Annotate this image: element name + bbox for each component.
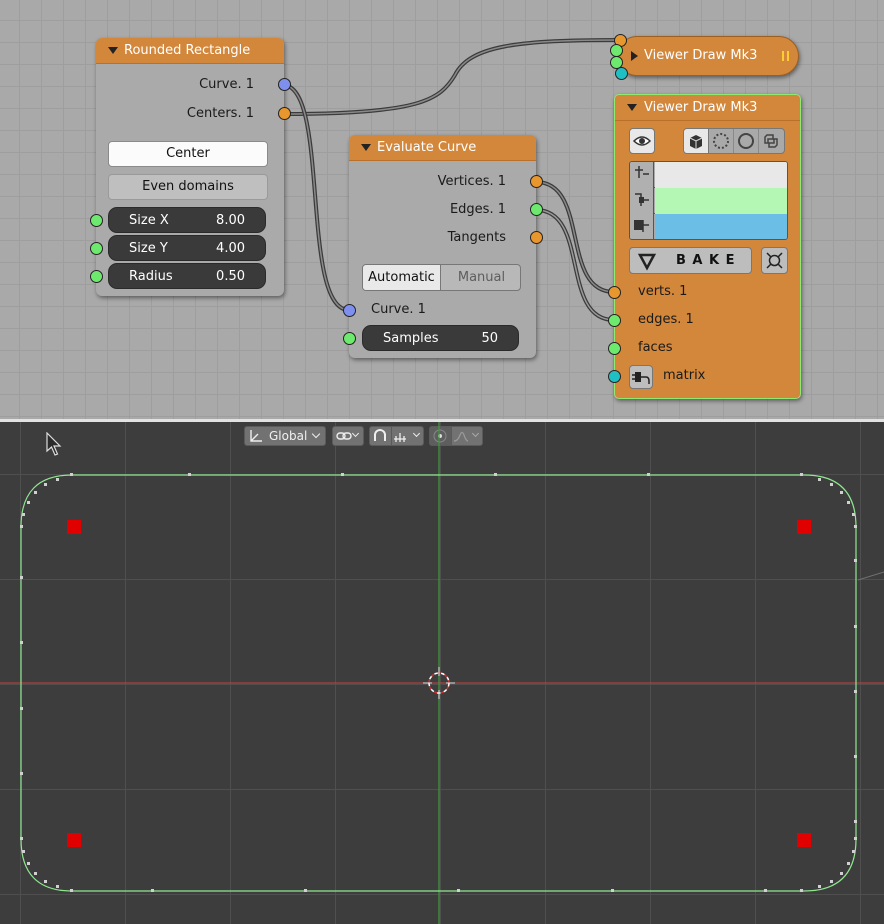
node-editor[interactable]: Rounded Rectangle Curve. 1 Centers. 1 Ce… [0,0,884,419]
cube-mode-button[interactable] [684,129,709,153]
output-socket-edges[interactable] [530,203,543,216]
python-icon [764,134,778,148]
output-socket-centers[interactable] [278,107,291,120]
slider-value: 8.00 [216,213,245,228]
app-window: Rounded Rectangle Curve. 1 Centers. 1 Ce… [0,0,884,924]
dotted-circle-icon [713,133,729,149]
rounded-rectangle-node[interactable]: Rounded Rectangle Curve. 1 Centers. 1 Ce… [90,38,291,296]
samples-slider[interactable]: Samples 50 [362,325,519,351]
input-socket-matrix[interactable] [608,370,621,383]
collapse-triangle-icon[interactable] [627,104,637,111]
node-title: Viewer Draw Mk3 [644,100,758,115]
even-domains-button[interactable]: Even domains [108,174,268,200]
slider-label: Radius [129,269,173,284]
size-y-slider[interactable]: Size Y 4.00 [108,235,266,261]
input-socket-samples[interactable] [343,332,356,345]
edge-color-icon [630,188,654,214]
center-marker-bottom-left [67,833,81,847]
input-socket-curve[interactable] [343,304,356,317]
node-title: Rounded Rectangle [124,43,251,58]
size-x-slider[interactable]: Size X 8.00 [108,207,266,233]
pause-icon[interactable] [782,51,789,61]
python-button[interactable] [759,129,784,153]
face-color-icon [630,214,654,239]
output-socket-vertices[interactable] [530,175,543,188]
background-edge-line [857,571,884,581]
output-label-edges: Edges. 1 [449,202,506,217]
input-socket-radius[interactable] [90,270,103,283]
color-rows [629,161,788,240]
input-label-matrix: matrix [663,368,706,383]
node-header[interactable]: Evaluate Curve [349,135,536,161]
input-socket-faces[interactable] [608,342,621,355]
matrix-plug-button[interactable] [629,365,653,389]
node-title: Viewer Draw Mk3 [644,48,758,63]
viewport-scene [0,422,884,924]
output-label-vertices: Vertices. 1 [437,174,506,189]
circle-icon [738,133,754,149]
center-marker-top-right [797,520,811,534]
3d-viewport[interactable]: Global [0,422,884,924]
edge-color-row[interactable] [630,188,787,214]
output-label-tangents: Tangents [447,230,506,245]
viewer-draw-node[interactable]: Viewer Draw Mk3 B A K E verts. 1 edges. … [608,94,801,399]
eye-icon [632,136,652,146]
slider-value: 0.50 [216,269,245,284]
slider-value: 4.00 [216,241,245,256]
center-button[interactable]: Center [108,141,268,167]
node-header[interactable]: Viewer Draw Mk3 [615,95,800,121]
output-label-centers: Centers. 1 [186,106,254,121]
plug-icon [632,372,650,384]
output-socket-curve[interactable] [278,78,291,91]
slider-value: 50 [481,331,498,346]
collapse-triangle-icon[interactable] [361,144,371,151]
input-label-edges: edges. 1 [638,312,694,327]
output-label-curve: Curve. 1 [199,77,254,92]
node-header[interactable]: Rounded Rectangle [96,38,284,64]
mode-automatic-button[interactable]: Automatic [363,265,441,290]
input-socket-collapsed-matrix[interactable] [615,67,628,80]
circle-button[interactable] [734,129,759,153]
face-color-row[interactable] [630,214,787,239]
radius-slider[interactable]: Radius 0.50 [108,263,266,289]
bake-options-icon [766,252,783,269]
bake-button[interactable]: B A K E [629,247,752,274]
input-label-verts: verts. 1 [638,284,688,299]
output-socket-tangents[interactable] [530,231,543,244]
slider-label: Samples [383,331,439,346]
evaluate-curve-node[interactable]: Evaluate Curve Vertices. 1 Edges. 1 Tang… [343,135,543,358]
bake-triangle-icon [637,253,657,271]
input-label-faces: faces [638,340,673,355]
display-mode-group [683,128,785,154]
face-color-swatch[interactable] [655,214,787,239]
eye-toggle-button[interactable] [629,128,655,154]
vertex-color-swatch[interactable] [655,162,787,188]
expand-triangle-icon[interactable] [631,51,638,61]
center-marker-bottom-right [797,833,811,847]
collapse-triangle-icon[interactable] [108,47,118,54]
bake-label: B A K E [676,253,736,268]
vertex-color-row[interactable] [630,162,787,188]
bake-options-button[interactable] [761,247,788,274]
vertex-color-icon [630,162,654,188]
input-socket-verts[interactable] [608,286,621,299]
node-title: Evaluate Curve [377,140,477,155]
input-socket-size-x[interactable] [90,214,103,227]
center-marker-top-left [67,520,81,534]
viewer-draw-collapsed-node[interactable]: Viewer Draw Mk3 [610,34,799,80]
input-label-curve: Curve. 1 [371,302,426,317]
edge-color-swatch[interactable] [655,188,787,214]
slider-label: Size Y [129,241,168,256]
cube-icon [689,135,703,149]
mode-manual-button[interactable]: Manual [442,265,520,290]
dotted-circle-button[interactable] [709,129,734,153]
slider-label: Size X [129,213,169,228]
input-socket-size-y[interactable] [90,242,103,255]
input-socket-edges[interactable] [608,314,621,327]
mode-selector: Automatic Manual [362,264,521,291]
